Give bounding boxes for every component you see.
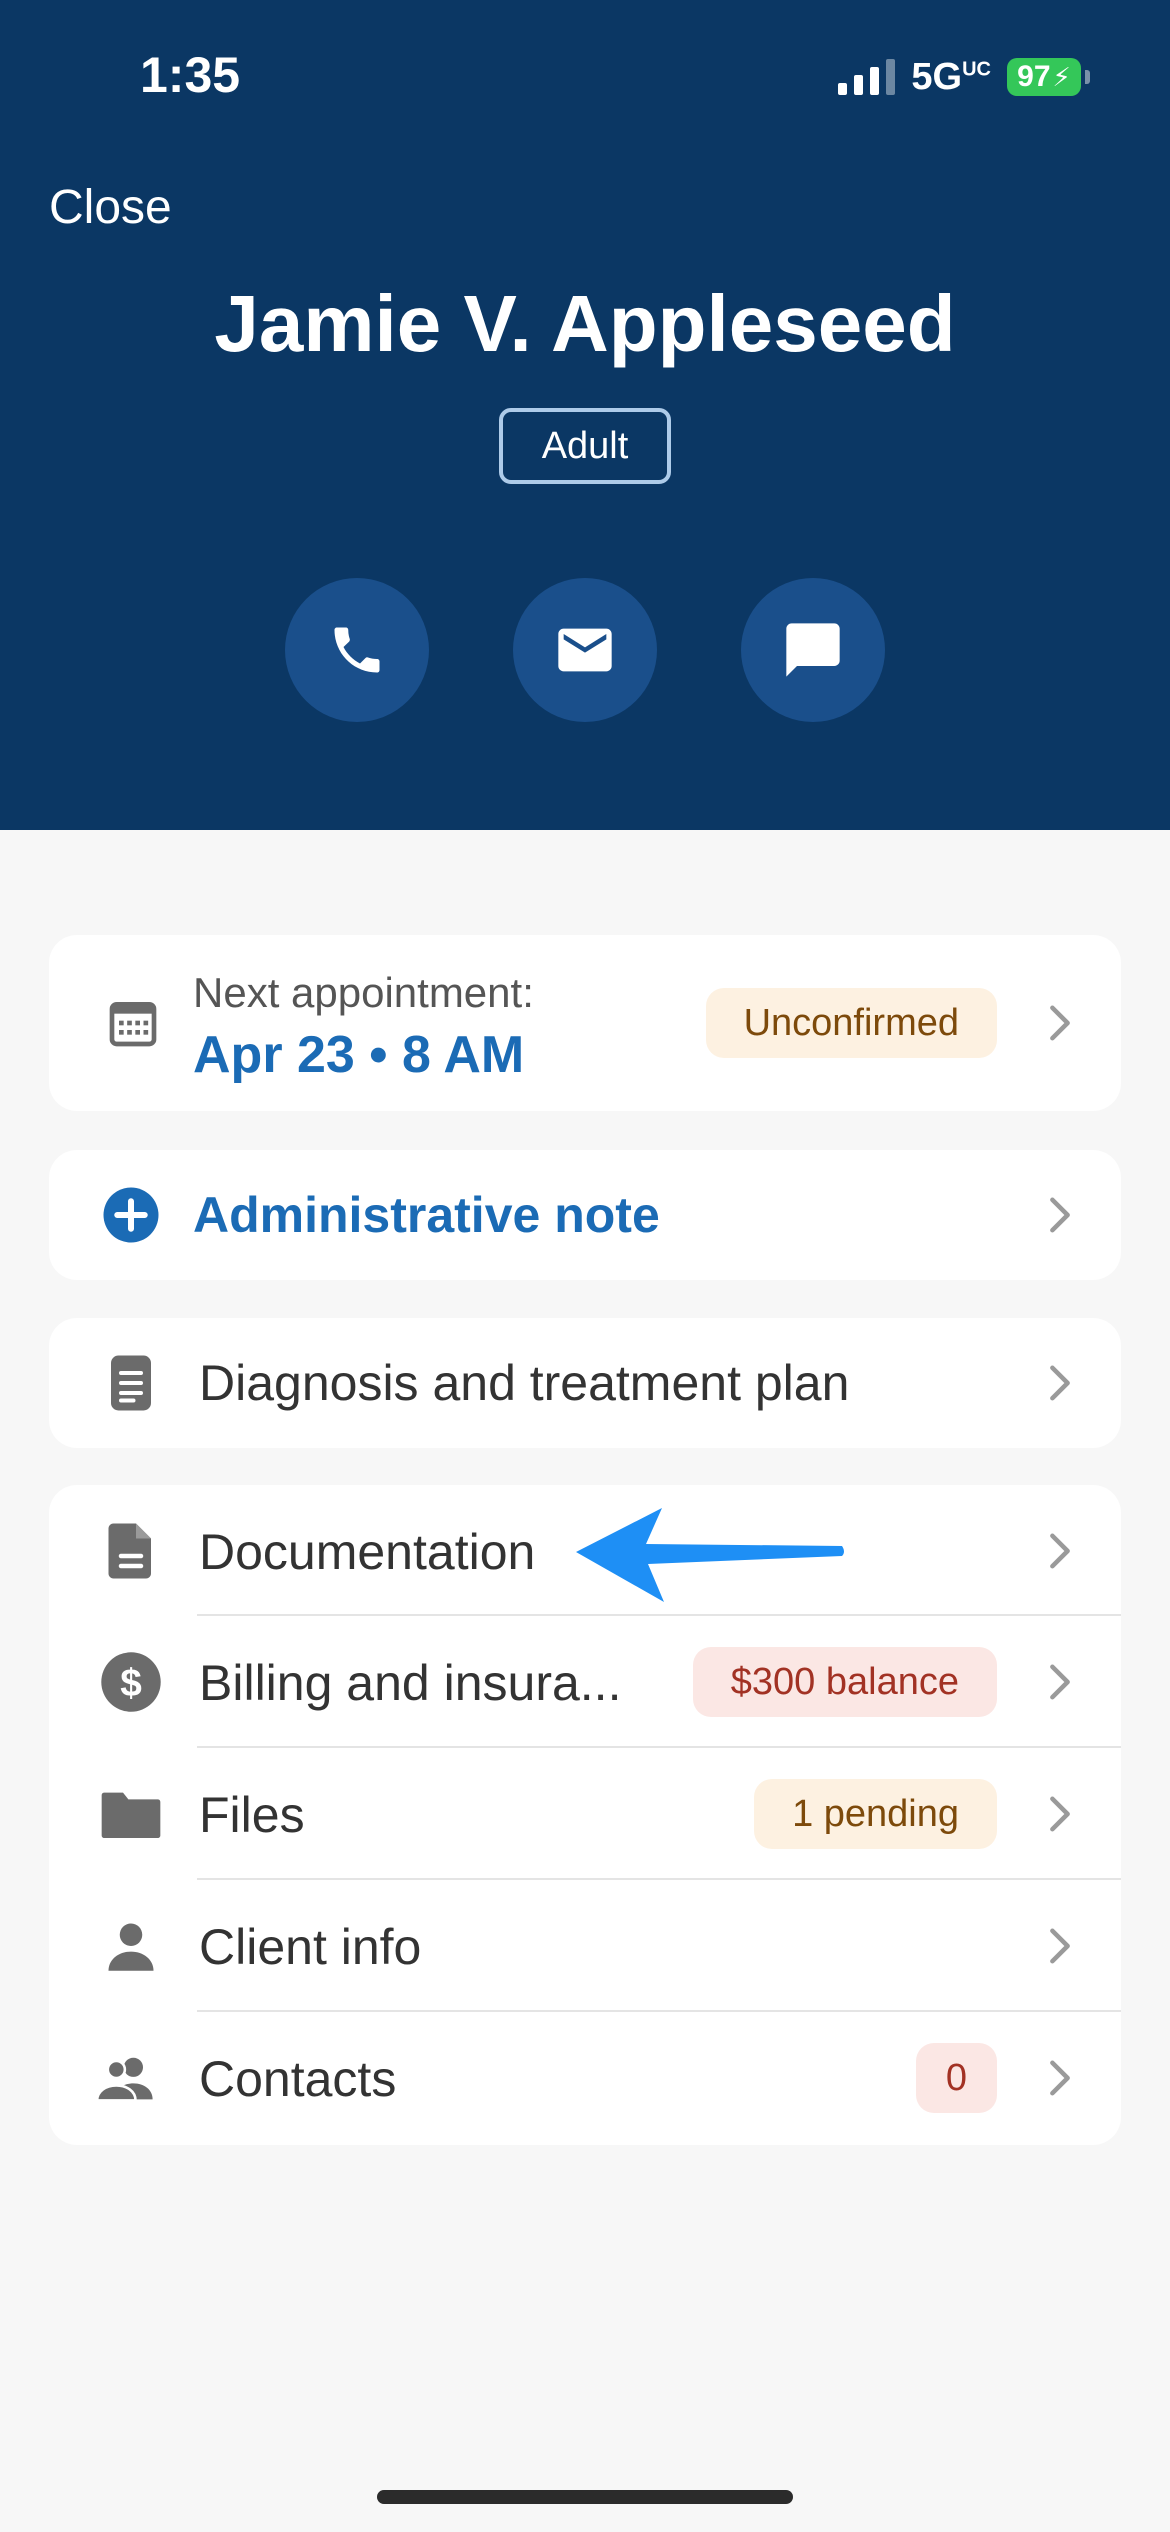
calendar-icon: [101, 991, 165, 1055]
mail-icon: [558, 628, 612, 672]
menu-item-client-info[interactable]: Client info: [49, 1880, 1121, 2012]
next-appointment-card[interactable]: Next appointment: Apr 23 • 8 AM Unconfir…: [49, 935, 1121, 1111]
signal-icon: [838, 59, 896, 95]
diagnosis-card[interactable]: Diagnosis and treatment plan: [49, 1318, 1121, 1448]
folder-icon: [99, 1782, 163, 1846]
status-time: 1:35: [140, 47, 241, 103]
plus-circle-icon: [99, 1183, 163, 1247]
pending-badge: 1 pending: [754, 1779, 997, 1849]
menu-item-billing[interactable]: $ Billing and insura... $300 balance: [49, 1616, 1121, 1748]
administrative-note-card[interactable]: Administrative note: [49, 1150, 1121, 1280]
message-button[interactable]: [741, 578, 885, 722]
document-icon: [99, 1519, 163, 1583]
call-button[interactable]: [285, 578, 429, 722]
diagnosis-label: Diagnosis and treatment plan: [199, 1355, 850, 1411]
battery-icon: 97 ⚡: [1007, 58, 1081, 96]
chevron-right-icon: [1045, 1531, 1075, 1571]
appointment-date: Apr 23 • 8 AM: [193, 1026, 525, 1084]
menu-item-label: Client info: [199, 1919, 422, 1975]
menu-item-label: Contacts: [199, 2051, 397, 2107]
menu-item-files[interactable]: Files 1 pending: [49, 1748, 1121, 1880]
age-group-badge: Adult: [499, 408, 671, 484]
email-button[interactable]: [513, 578, 657, 722]
battery-level: 97: [1017, 60, 1051, 93]
status-indicators: 5GUC 97 ⚡: [838, 54, 1090, 100]
menu-item-label: Billing and insura...: [199, 1655, 622, 1711]
person-icon: [99, 1914, 163, 1978]
menu-item-label: Files: [199, 1787, 305, 1843]
dollar-icon: $: [99, 1650, 163, 1714]
balance-badge: $300 balance: [692, 1647, 997, 1717]
chevron-right-icon: [1045, 2058, 1075, 2098]
chevron-right-icon: [1045, 1926, 1075, 1966]
close-button[interactable]: Close: [49, 180, 172, 235]
battery-cap: [1085, 70, 1090, 84]
appointment-caption: Next appointment:: [193, 969, 534, 1016]
appointment-status-badge: Unconfirmed: [705, 988, 997, 1058]
people-icon: [95, 2046, 159, 2110]
svg-text:$: $: [120, 1662, 142, 1705]
patient-name: Jamie V. Appleseed: [214, 279, 956, 368]
clipboard-icon: [99, 1351, 163, 1415]
contacts-count-badge: 0: [915, 2043, 997, 2113]
chevron-right-icon: [1045, 1003, 1075, 1043]
phone-icon: [334, 627, 380, 673]
network-label: 5GUC: [911, 55, 991, 98]
home-indicator: [377, 2490, 793, 2504]
chat-icon: [786, 623, 840, 677]
annotation-arrow: [576, 1508, 844, 1602]
patient-header: 1:35 5GUC 97 ⚡ Close Jamie V. Appleseed A…: [0, 0, 1170, 830]
chevron-right-icon: [1045, 1662, 1075, 1702]
chevron-right-icon: [1045, 1195, 1075, 1235]
menu-item-contacts[interactable]: Contacts 0: [49, 2012, 1121, 2144]
chevron-right-icon: [1045, 1363, 1075, 1403]
administrative-note-label: Administrative note: [193, 1187, 660, 1243]
menu-item-label: Documentation: [199, 1524, 536, 1580]
chevron-right-icon: [1045, 1794, 1075, 1834]
